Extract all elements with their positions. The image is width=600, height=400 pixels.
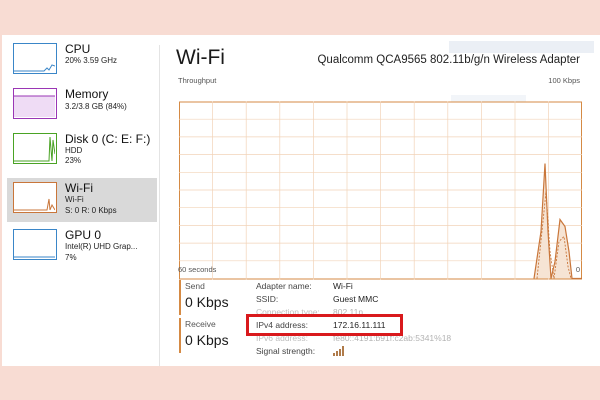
memory-mini-graph: [14, 95, 55, 117]
sidebar-item-detail-2: S: 0 R: 0 Kbps: [65, 206, 117, 215]
sidebar-item-detail-2: 23%: [65, 156, 82, 165]
sidebar-item-memory[interactable]: Memory 3.2/3.8 GB (84%): [7, 84, 157, 128]
sidebar-item-gpu[interactable]: GPU 0 Intel(R) UHD Grap... 7%: [7, 225, 157, 269]
signal-strength-icon: [333, 346, 344, 356]
graph-time-label: 60 seconds: [178, 265, 217, 274]
disk-thumbnail: [13, 133, 57, 164]
blurred-overlay: [449, 41, 594, 53]
adapter-model: Qualcomm QCA9565 802.11b/g/n Wireless Ad…: [317, 54, 580, 66]
sidebar-item-title: Disk 0 (C: E: F:): [65, 132, 151, 146]
ipv4-highlight-box: [246, 314, 403, 336]
graph-zero-label: 0: [575, 265, 580, 274]
adapter-name-label: Adapter name:: [256, 281, 312, 291]
disk-mini-graph: [14, 136, 55, 162]
task-manager-window: CPU 20% 3.59 GHz Memory 3.2/3.8 GB (84%)…: [2, 35, 600, 366]
sidebar-item-detail: Intel(R) UHD Grap...: [65, 242, 138, 251]
graph-label: Throughput: [178, 76, 217, 85]
send-value: 0 Kbps: [185, 294, 229, 310]
sidebar-item-title: Memory: [65, 87, 109, 101]
sidebar-item-title: Wi-Fi: [65, 181, 93, 195]
memory-thumbnail: [13, 88, 57, 119]
sidebar-item-cpu[interactable]: CPU 20% 3.59 GHz: [7, 39, 157, 83]
sidebar-item-detail-2: 7%: [65, 253, 77, 262]
sidebar-item-disk[interactable]: Disk 0 (C: E: F:) HDD 23%: [7, 129, 157, 173]
graph-max-label: 100 Kbps: [548, 76, 580, 85]
cpu-mini-graph: [14, 64, 55, 72]
send-indicator: [179, 280, 181, 315]
adapter-name-value: Wi-Fi: [333, 281, 353, 291]
sidebar-item-title: GPU 0: [65, 228, 102, 242]
wifi-thumbnail: [13, 182, 57, 213]
throughput-graph: [179, 101, 582, 280]
receive-label: Receive: [185, 319, 216, 329]
cpu-thumbnail: [13, 43, 57, 74]
receive-value: 0 Kbps: [185, 332, 229, 348]
ssid-value: Guest MMC: [333, 294, 379, 304]
sidebar-item-title: CPU: [65, 42, 91, 56]
sidebar-item-detail: 20% 3.59 GHz: [65, 56, 118, 65]
sidebar-item-detail: HDD: [65, 146, 83, 155]
gpu-mini-graph: [14, 256, 55, 258]
sidebar-divider: [159, 45, 160, 366]
page-title: Wi-Fi: [176, 46, 225, 69]
sidebar-item-wifi[interactable]: Wi-Fi Wi-Fi S: 0 R: 0 Kbps: [7, 178, 157, 222]
sidebar-item-detail: 3.2/3.8 GB (84%): [65, 102, 127, 111]
wifi-mini-graph: [14, 198, 55, 211]
gpu-thumbnail: [13, 229, 57, 260]
send-label: Send: [185, 281, 205, 291]
sidebar-item-detail: Wi-Fi: [65, 195, 84, 204]
ssid-label: SSID:: [256, 294, 279, 304]
signal-strength-label: Signal strength:: [256, 346, 316, 356]
receive-indicator: [179, 318, 181, 353]
